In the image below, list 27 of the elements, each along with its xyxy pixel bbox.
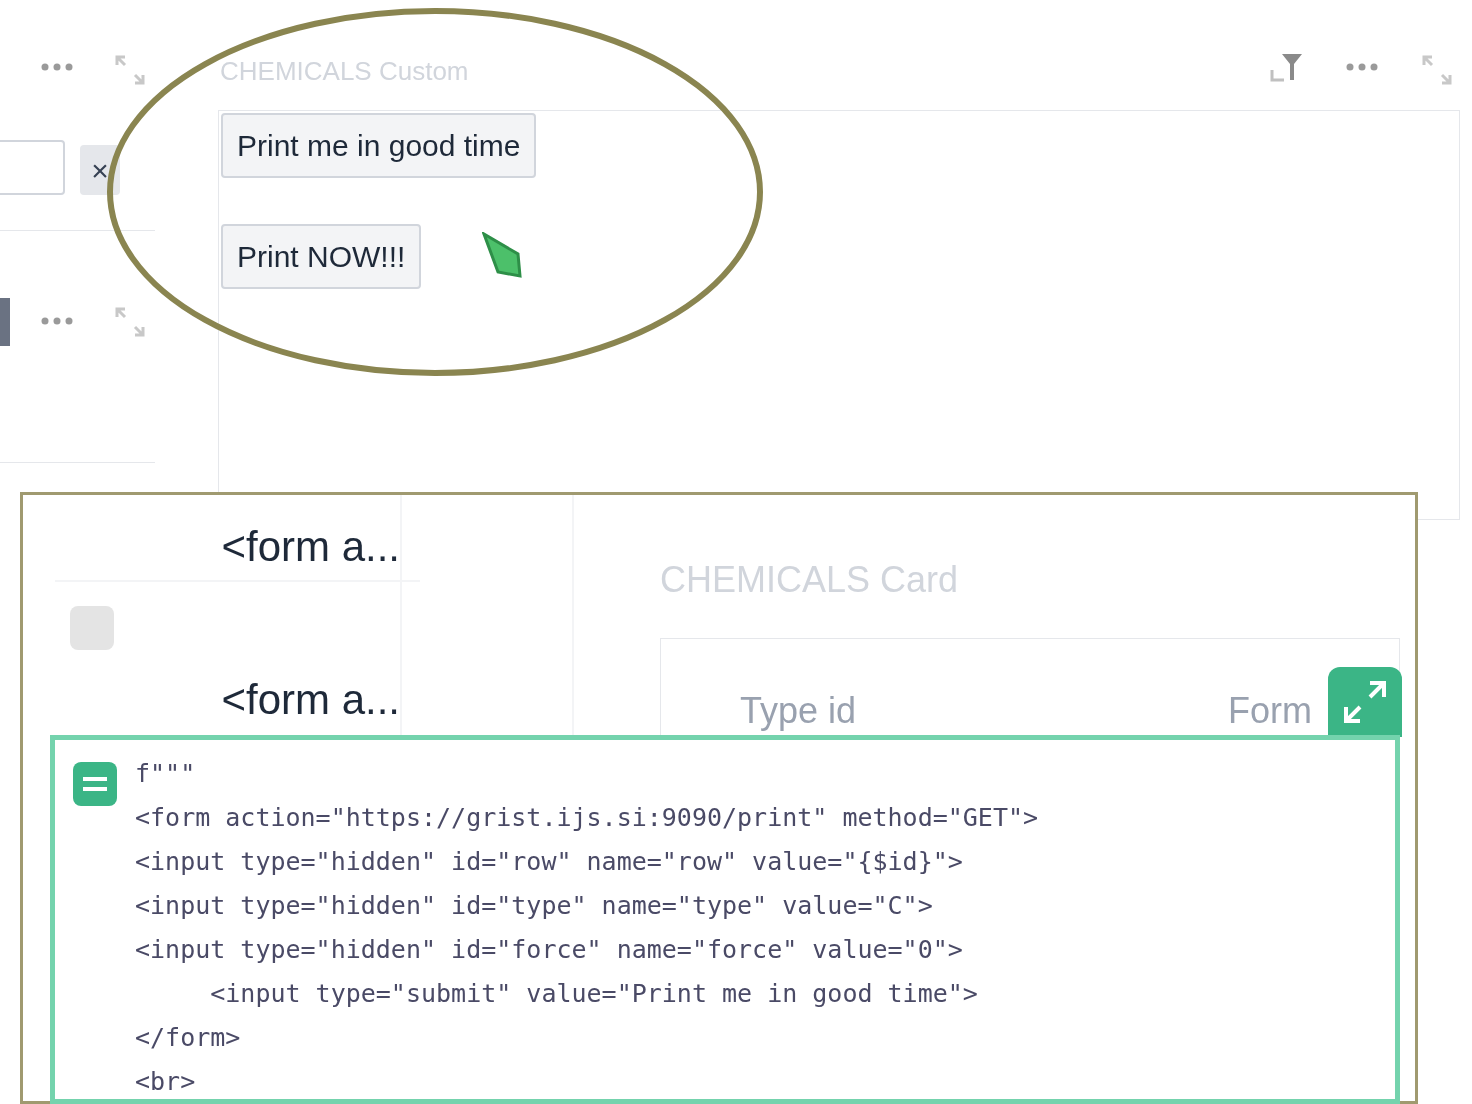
code-line: <input type="submit" value="Print me in good time"> (209, 978, 979, 1010)
grid-cell-text: <form a... (220, 675, 400, 725)
expand-icon[interactable] (113, 305, 147, 339)
filter-icon[interactable] (1270, 52, 1304, 84)
code-line: <br> (135, 1066, 197, 1098)
row-icon (70, 606, 114, 650)
more-icon[interactable] (40, 316, 74, 326)
expand-icon[interactable] (1420, 53, 1454, 87)
more-icon[interactable] (40, 62, 74, 72)
grid-cell-text: <form a... (220, 522, 400, 572)
code-line: <input type="hidden" id="type" name="type" value="C"> (135, 890, 934, 922)
more-icon[interactable] (1345, 62, 1379, 72)
code-line: <input type="hidden" id="force" name="force" value="0"> (135, 934, 964, 966)
print-button[interactable]: Print NOW!!! (221, 224, 422, 289)
input-field[interactable] (0, 140, 65, 195)
field-label: Type id (740, 689, 857, 733)
code-line: f""" (135, 758, 197, 790)
print-button[interactable]: Print me in good time (221, 113, 537, 178)
code-line: <input type="hidden" id="row" name="row" value="{$id}"> (135, 846, 964, 878)
expand-button[interactable] (1328, 667, 1402, 737)
expand-icon[interactable] (113, 53, 147, 87)
code-line: </form> (135, 1022, 242, 1054)
code-line: <form action="https://grist.ijs.si:9090/print" method="GET"> (135, 802, 1039, 834)
field-label: Form (1228, 689, 1312, 733)
formula-icon (73, 762, 117, 806)
scrollbar[interactable] (0, 298, 10, 346)
formula-editor[interactable] (50, 735, 1400, 1104)
